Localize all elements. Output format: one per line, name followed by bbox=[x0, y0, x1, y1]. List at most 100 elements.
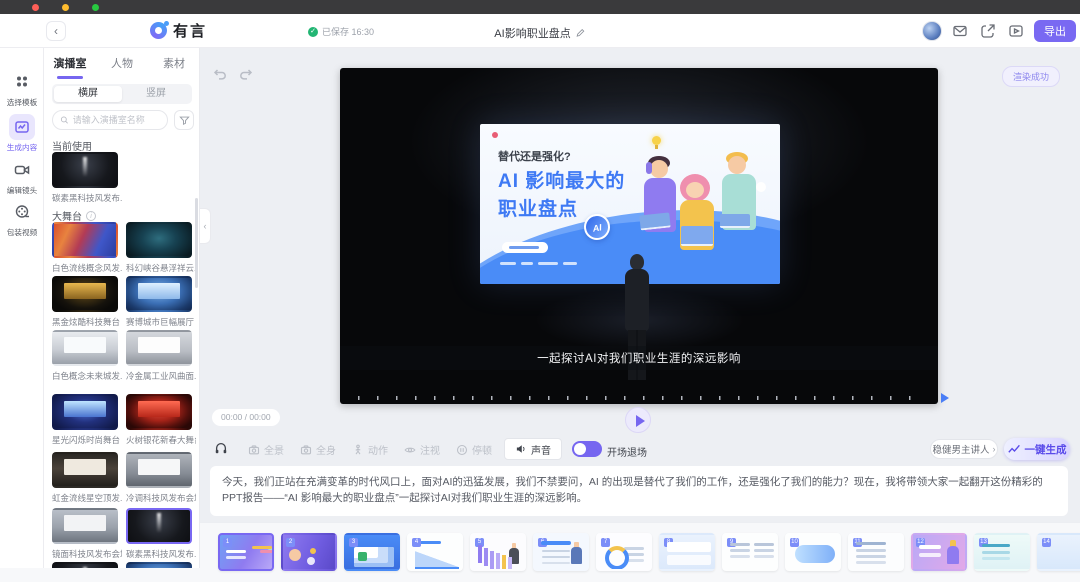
orientation-portrait[interactable]: 竖屏 bbox=[122, 86, 190, 102]
stage-thumb[interactable] bbox=[52, 562, 118, 568]
entrance-toggle[interactable] bbox=[572, 441, 602, 457]
rail-item-package-video[interactable]: 包装视频 bbox=[0, 204, 44, 238]
app-header: ‹ 有言 ✓ 已保存 16:30 AI影响职业盘点 导出 bbox=[0, 14, 1080, 48]
slide-thumb[interactable]: 5 bbox=[470, 533, 526, 571]
headphone-icon[interactable] bbox=[214, 441, 228, 455]
voice-selector[interactable]: 稳健男主讲人 › bbox=[930, 439, 998, 459]
slide-thumb[interactable]: 10 bbox=[785, 533, 841, 571]
info-icon[interactable]: i bbox=[86, 210, 96, 221]
tab-character[interactable]: 人物 bbox=[96, 52, 148, 78]
slide-thumb[interactable]: 14 bbox=[1037, 533, 1080, 571]
stage-label: 黑金炫酷科技舞台 bbox=[52, 317, 121, 327]
nav-rail: 选择模板 生成内容 编辑镜头 包装视频 bbox=[0, 48, 44, 568]
slide-number-badge: 8 bbox=[664, 538, 673, 547]
slide-thumb[interactable]: 4 bbox=[407, 533, 463, 571]
slide-number-badge: 4 bbox=[412, 538, 421, 547]
stage-thumb-selected[interactable] bbox=[126, 508, 192, 544]
play-button[interactable] bbox=[625, 407, 651, 433]
slide-thumb[interactable]: 3 bbox=[344, 533, 400, 571]
slide-number-badge: 13 bbox=[979, 538, 988, 547]
video-icon[interactable] bbox=[1008, 23, 1024, 39]
slide-number-badge: 10 bbox=[790, 538, 799, 547]
stage-canvas[interactable]: 替代还是强化? AI 影响最大的 职业盘点 AI 一起探讨AI对我们职业生涯的深… bbox=[340, 68, 938, 404]
edit-title-icon[interactable] bbox=[576, 28, 586, 38]
slide-number-badge: 6 bbox=[538, 538, 547, 547]
pause-icon bbox=[456, 444, 468, 455]
stage-thumb[interactable] bbox=[52, 452, 118, 488]
toolbar-panorama[interactable]: 全景 bbox=[248, 442, 284, 457]
slide-thumb[interactable]: 13 bbox=[974, 533, 1030, 571]
export-button[interactable]: 导出 bbox=[1034, 20, 1076, 42]
toolbar-action[interactable]: 动作 bbox=[352, 442, 388, 457]
slide-logo-dot bbox=[492, 132, 498, 138]
share-icon[interactable] bbox=[980, 23, 996, 39]
rail-label: 包装视频 bbox=[6, 228, 38, 237]
stage-thumb[interactable] bbox=[126, 562, 192, 568]
avatar[interactable] bbox=[922, 21, 942, 41]
stage-thumb[interactable] bbox=[126, 330, 192, 366]
rail-item-edit-shots[interactable]: 编辑镜头 bbox=[0, 162, 44, 196]
toolbar-gaze[interactable]: 注视 bbox=[404, 442, 440, 457]
magic-line-icon bbox=[1007, 444, 1020, 453]
save-status-text: 已保存 16:30 bbox=[322, 27, 375, 37]
stage-label: 科幻峡谷悬浮祥云... bbox=[126, 263, 196, 273]
slide-title-line1: AI 影响最大的 bbox=[498, 171, 626, 192]
toolbar-sound[interactable]: 声音 bbox=[504, 438, 562, 460]
current-stage-thumb[interactable] bbox=[52, 152, 118, 188]
generate-button[interactable]: 一键生成 bbox=[1004, 438, 1070, 460]
seek-marker-icon[interactable] bbox=[941, 393, 949, 403]
filter-funnel-icon bbox=[178, 116, 190, 125]
stage-thumb[interactable] bbox=[52, 508, 118, 544]
stage-label: 白色流线概念风发... bbox=[52, 263, 122, 273]
toolbar-pause[interactable]: 停顿 bbox=[456, 442, 492, 457]
slide-thumb[interactable]: 2 bbox=[281, 533, 337, 571]
minimize-window-button[interactable] bbox=[62, 4, 69, 11]
stage-label: 星光闪烁时尚舞台 bbox=[52, 435, 121, 445]
studio-panel: 演播室 人物 素材 横屏 竖屏 当前使用 碳素黑科技风发布... 大舞台i 白色… bbox=[44, 48, 200, 568]
stage-thumb[interactable] bbox=[126, 394, 192, 430]
zoom-window-button[interactable] bbox=[92, 4, 99, 11]
stage-thumb[interactable] bbox=[52, 394, 118, 430]
slide-thumb[interactable]: 9 bbox=[722, 533, 778, 571]
redo-icon[interactable] bbox=[238, 66, 254, 82]
slide-number-badge: 3 bbox=[349, 538, 358, 547]
slide-bulb-icon bbox=[652, 136, 661, 149]
stage-thumb[interactable] bbox=[52, 222, 118, 258]
search-input[interactable] bbox=[72, 115, 160, 125]
generate-button-label: 一键生成 bbox=[1024, 443, 1067, 456]
slide-thumb[interactable]: 11 bbox=[848, 533, 904, 571]
slide-thumb[interactable]: 8 bbox=[659, 533, 715, 571]
stage-thumb[interactable] bbox=[126, 452, 192, 488]
message-icon[interactable] bbox=[952, 23, 968, 39]
saved-check-icon: ✓ bbox=[308, 26, 318, 37]
toolbar-label: 注视 bbox=[420, 446, 440, 457]
slide-thumb[interactable]: 6 bbox=[533, 533, 589, 571]
entrance-toggle-label: 开场退场 bbox=[607, 448, 647, 459]
back-button[interactable]: ‹ bbox=[46, 21, 66, 41]
stage-thumb[interactable] bbox=[52, 276, 118, 312]
slide-number-badge: 14 bbox=[1042, 538, 1051, 547]
slide-thumb-selected[interactable]: 1 bbox=[218, 533, 274, 571]
slide-thumb[interactable]: 12 bbox=[911, 533, 967, 571]
toolbar-fullbody[interactable]: 全身 bbox=[300, 442, 336, 457]
rail-item-templates[interactable]: 选择模板 bbox=[0, 74, 44, 108]
filter-button[interactable] bbox=[174, 110, 194, 130]
tab-studio[interactable]: 演播室 bbox=[44, 52, 96, 78]
stage-thumb[interactable] bbox=[126, 222, 192, 258]
panel-scrollbar[interactable] bbox=[195, 198, 198, 288]
slide-number-badge: 5 bbox=[475, 538, 484, 547]
tab-material[interactable]: 素材 bbox=[148, 52, 199, 78]
slide-character-female bbox=[674, 174, 722, 278]
script-text-editor[interactable]: 今天，我们正站在充满变革的时代风口上，面对AI的迅猛发展，我们不禁要问，AI 的… bbox=[210, 466, 1068, 516]
undo-icon[interactable] bbox=[212, 66, 228, 82]
slide-thumb[interactable]: 7 bbox=[596, 533, 652, 571]
panel-collapse-handle[interactable]: ‹ bbox=[200, 208, 211, 244]
stage-thumb[interactable] bbox=[52, 330, 118, 366]
close-window-button[interactable] bbox=[32, 4, 39, 11]
orientation-landscape[interactable]: 横屏 bbox=[54, 86, 122, 102]
stage-thumb[interactable] bbox=[126, 276, 192, 312]
timeline-ruler[interactable] bbox=[358, 396, 920, 400]
slide-number-badge: 12 bbox=[916, 538, 925, 547]
rail-item-generate-content[interactable]: 生成内容 bbox=[0, 114, 44, 153]
toolbar-label: 停顿 bbox=[472, 446, 492, 457]
